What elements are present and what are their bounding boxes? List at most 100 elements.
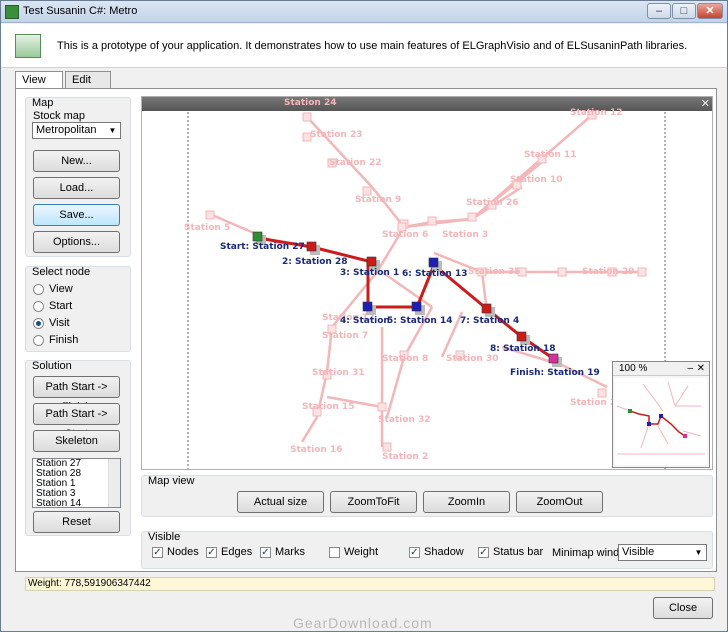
faded-node bbox=[362, 186, 372, 196]
close-button[interactable]: Close bbox=[653, 597, 713, 619]
radio-visit-dot bbox=[33, 318, 44, 329]
faded-station-label: Station 8 bbox=[382, 354, 428, 364]
faded-edge bbox=[371, 186, 405, 228]
nodes-check-mark: ✓ bbox=[152, 547, 163, 558]
weight-checkbox-label: Weight bbox=[344, 546, 379, 558]
save-map-button[interactable]: Save... bbox=[33, 204, 120, 226]
select-node-label: Select node bbox=[32, 266, 91, 278]
edges-check-mark: ✓ bbox=[206, 547, 217, 558]
load-map-button[interactable]: Load... bbox=[33, 177, 120, 199]
app-logo-icon bbox=[15, 34, 41, 58]
faded-station-label: Station 6 bbox=[382, 230, 428, 240]
radio-finish-label: Finish bbox=[49, 334, 79, 346]
path-start-start-button[interactable]: Path Start -> Start bbox=[33, 403, 120, 440]
chevron-down-icon: ▼ bbox=[108, 126, 117, 135]
faded-station-label: Station 2 bbox=[382, 452, 428, 462]
description-text: This is a prototype of your application.… bbox=[57, 40, 688, 52]
path-station-label: 5: Station 14 bbox=[387, 316, 453, 326]
faded-station-label: Station 29 bbox=[582, 267, 635, 277]
path-station-label: 4: Station bbox=[340, 316, 390, 326]
faded-station-label: Station 23 bbox=[310, 130, 363, 140]
stock-map-label: Stock map bbox=[33, 110, 85, 122]
faded-node bbox=[637, 267, 647, 277]
faded-edge bbox=[431, 217, 473, 224]
faded-node bbox=[302, 112, 312, 122]
path-station-label: 8: Station 18 bbox=[490, 344, 556, 354]
stock-map-select[interactable]: Metropolitan ▼ bbox=[32, 122, 121, 139]
faded-station-label: Station 9 bbox=[355, 195, 401, 205]
faded-station-label: Station 24 bbox=[284, 98, 337, 108]
minimap-window[interactable]: 100 % – ✕ bbox=[612, 361, 710, 468]
map-view-label: Map view bbox=[148, 475, 195, 487]
marks-checkbox-label: Marks bbox=[275, 546, 305, 558]
solution-list[interactable]: Station 27 Station 28 Station 1 Station … bbox=[32, 458, 121, 508]
faded-station-label: Station 7 bbox=[322, 331, 368, 341]
weight-check-box bbox=[329, 547, 340, 558]
faded-node bbox=[377, 402, 387, 412]
path-node bbox=[411, 301, 422, 312]
skeleton-button[interactable]: Skeleton bbox=[33, 430, 120, 452]
faded-station-label: Station 35 bbox=[468, 267, 521, 277]
list-scrollbar[interactable] bbox=[108, 459, 120, 507]
chevron-down-icon: ▼ bbox=[694, 548, 703, 557]
faded-edge bbox=[306, 116, 373, 188]
zoom-in-button[interactable]: ZoomIn bbox=[423, 491, 510, 513]
minimap-preview bbox=[613, 376, 709, 467]
zoom-out-button[interactable]: ZoomOut bbox=[516, 491, 603, 513]
minimap-start-node bbox=[628, 409, 632, 413]
path-node bbox=[428, 257, 439, 268]
marks-check-mark: ✓ bbox=[260, 547, 271, 558]
radio-start-dot bbox=[33, 301, 44, 312]
minimize-button[interactable]: – bbox=[647, 3, 671, 19]
description-header: This is a prototype of your application.… bbox=[1, 24, 727, 68]
zoom-to-fit-button[interactable]: ZoomToFit bbox=[330, 491, 417, 513]
title-bar: Test Susanin C#: Metro – □ ✕ bbox=[1, 1, 727, 23]
watermark: GearDownload.com bbox=[293, 615, 433, 631]
visible-label: Visible bbox=[148, 531, 181, 543]
path-node bbox=[306, 241, 317, 252]
window-title: Test Susanin C#: Metro bbox=[23, 5, 138, 17]
shadow-check-mark: ✓ bbox=[409, 547, 420, 558]
path-station-label: Finish: Station 19 bbox=[510, 368, 600, 378]
list-item[interactable]: Station 14 bbox=[33, 499, 120, 508]
minimap-window-select[interactable]: Visible ▼ bbox=[618, 544, 707, 561]
faded-edge bbox=[471, 161, 543, 220]
minimap-frame bbox=[613, 376, 709, 467]
close-window-button[interactable]: ✕ bbox=[697, 3, 723, 19]
minimap-minimize-icon[interactable]: – bbox=[687, 362, 693, 375]
faded-station-label: Station 30 bbox=[446, 354, 499, 364]
path-node bbox=[366, 256, 377, 267]
reset-button[interactable]: Reset bbox=[33, 511, 120, 533]
faded-edge bbox=[385, 356, 406, 418]
faded-station-label: Station 10 bbox=[510, 175, 563, 185]
new-map-button[interactable]: New... bbox=[33, 150, 120, 172]
path-start-finish-button[interactable]: Path Start -> Finish bbox=[33, 376, 120, 413]
path-station-label: 7: Station 4 bbox=[460, 316, 519, 326]
minimap-window-value: Visible bbox=[622, 546, 655, 558]
minimap-finish-node bbox=[683, 434, 687, 438]
minimap-zoom-level: 100 % bbox=[619, 363, 648, 374]
maximize-button[interactable]: □ bbox=[672, 3, 696, 19]
faded-station-label: Station 22 bbox=[329, 158, 382, 168]
app-icon bbox=[5, 5, 19, 19]
minimap-path bbox=[629, 410, 686, 437]
radio-view-dot bbox=[33, 284, 44, 295]
actual-size-button[interactable]: Actual size bbox=[237, 491, 324, 513]
faded-station-label: Station 16 bbox=[290, 445, 343, 455]
faded-node bbox=[382, 442, 392, 452]
path-station-label: 3: Station 1 bbox=[340, 268, 399, 278]
radio-finish-dot bbox=[33, 335, 44, 346]
shadow-checkbox-label: Shadow bbox=[424, 546, 464, 558]
path-node bbox=[481, 303, 492, 314]
minimap-visit-node bbox=[659, 414, 663, 418]
faded-edge bbox=[300, 416, 319, 443]
path-station-label: 2: Station 28 bbox=[282, 257, 348, 267]
weight-status: Weight: 778,591906347442 bbox=[25, 577, 715, 591]
path-node bbox=[252, 231, 263, 242]
minimap-close-icon[interactable]: ✕ bbox=[697, 362, 705, 375]
faded-station-label: Station 31 bbox=[312, 368, 365, 378]
radio-visit-label: Visit bbox=[49, 317, 70, 329]
options-button[interactable]: Options... bbox=[33, 231, 120, 253]
path-station-label: Start: Station 27 bbox=[220, 242, 305, 252]
tab-edit-map[interactable]: Edit map bbox=[65, 71, 111, 98]
